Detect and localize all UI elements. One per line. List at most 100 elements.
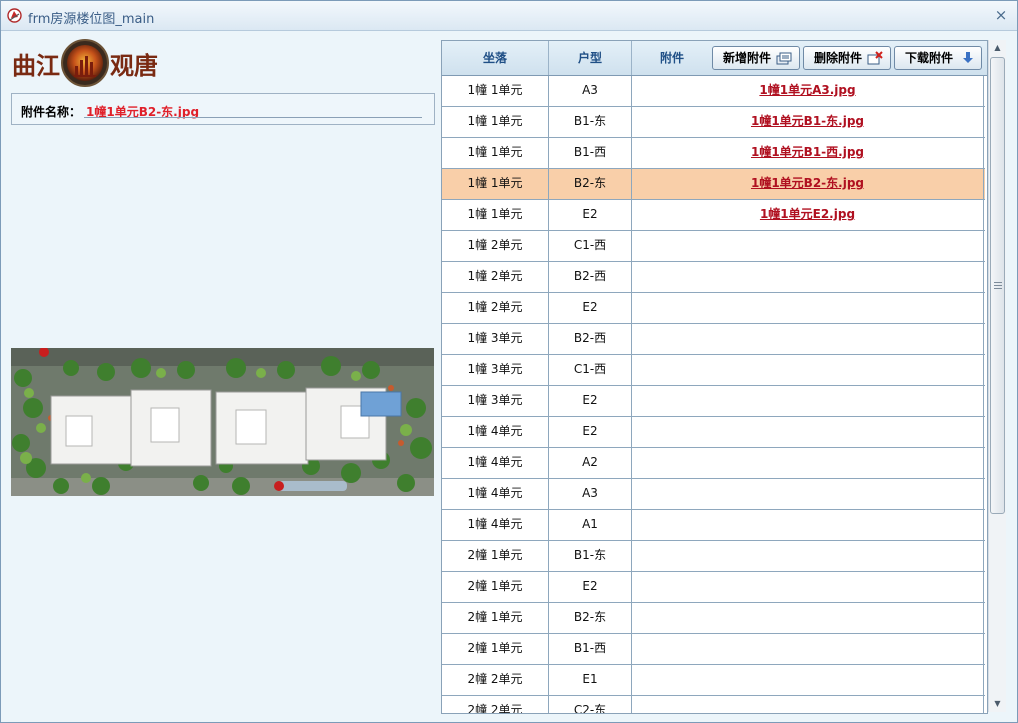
cell-attachment-link	[632, 355, 984, 385]
table-row[interactable]: 2幢 2单元 E1	[442, 665, 985, 696]
cell-attachment-link	[632, 448, 984, 478]
cell-location: 1幢 1单元	[442, 76, 549, 106]
app-logo-icon	[7, 8, 22, 23]
cell-attachment-link[interactable]: 1幢1单元E2.jpg	[632, 200, 984, 230]
cell-attachment-link[interactable]: 1幢1单元B2-东.jpg	[632, 169, 984, 199]
cell-attachment-link	[632, 231, 984, 261]
table-row[interactable]: 1幢 3单元 B2-西	[442, 324, 985, 355]
cell-unit-type: A3	[549, 76, 632, 106]
cell-attachment-link[interactable]: 1幢1单元B1-西.jpg	[632, 138, 984, 168]
cell-unit-type: E2	[549, 572, 632, 602]
grid-rows: 1幢 1单元 A3 1幢1单元A3.jpg 1幢 1单元 B1-东 1幢1单元B1-东.j…	[442, 76, 985, 713]
scroll-grip-icon	[994, 282, 1002, 289]
scroll-thumb[interactable]	[990, 57, 1005, 514]
table-row[interactable]: 1幢 3单元 E2	[442, 386, 985, 417]
table-row[interactable]: 2幢 2单元 C2-东	[442, 696, 985, 713]
cell-location: 1幢 1单元	[442, 200, 549, 230]
cell-location: 2幢 1单元	[442, 634, 549, 664]
company-logo: 曲江 观唐	[12, 37, 162, 89]
cell-unit-type: C2-东	[549, 696, 632, 713]
cell-location: 1幢 1单元	[442, 169, 549, 199]
cell-unit-type: B2-东	[549, 603, 632, 633]
cell-attachment-link	[632, 572, 984, 602]
cell-location: 2幢 1单元	[442, 603, 549, 633]
table-row[interactable]: 2幢 1单元 B1-西	[442, 634, 985, 665]
delete-attachment-button[interactable]: 删除附件	[803, 46, 891, 70]
cell-unit-type: E2	[549, 200, 632, 230]
table-row[interactable]: 1幢 4单元 A2	[442, 448, 985, 479]
cell-location: 1幢 2单元	[442, 231, 549, 261]
table-row[interactable]: 1幢 4单元 A3	[442, 479, 985, 510]
cell-unit-type: B1-东	[549, 541, 632, 571]
column-header-unit-type[interactable]: 户型	[549, 41, 632, 75]
cell-attachment-link	[632, 293, 984, 323]
logo-text-right: 观唐	[110, 51, 158, 80]
logo-text-left: 曲江	[12, 51, 60, 80]
cell-location: 1幢 2单元	[442, 293, 549, 323]
scroll-down-arrow-icon[interactable]: ▼	[989, 696, 1006, 712]
cell-location: 1幢 1单元	[442, 138, 549, 168]
site-plan-image[interactable]	[11, 348, 434, 496]
attachment-name-underline	[84, 117, 422, 118]
cell-attachment-link	[632, 510, 984, 540]
table-row[interactable]: 1幢 3单元 C1-西	[442, 355, 985, 386]
table-row[interactable]: 1幢 4单元 A1	[442, 510, 985, 541]
delete-x-icon	[867, 51, 883, 65]
cell-attachment-link	[632, 665, 984, 695]
table-row[interactable]: 1幢 2单元 C1-西	[442, 231, 985, 262]
download-attachment-label: 下载附件	[905, 51, 954, 65]
cell-unit-type: E1	[549, 665, 632, 695]
main-window: frm房源楼位图_main × 曲江 观唐 附件名称： 1幢1单元B2-东.jp…	[0, 0, 1018, 723]
table-row[interactable]: 1幢 1单元 B1-东 1幢1单元B1-东.jpg	[442, 107, 985, 138]
logo-emblem-icon	[61, 39, 109, 87]
table-row[interactable]: 1幢 2单元 B2-西	[442, 262, 985, 293]
cell-unit-type: B1-东	[549, 107, 632, 137]
grid-vertical-scrollbar[interactable]: ▲ ▼	[988, 40, 1006, 712]
cell-unit-type: E2	[549, 417, 632, 447]
cell-unit-type: A3	[549, 479, 632, 509]
cell-attachment-link	[632, 696, 984, 713]
cell-location: 1幢 3单元	[442, 355, 549, 385]
delete-attachment-label: 删除附件	[814, 51, 863, 65]
column-header-location[interactable]: 坐落	[442, 41, 549, 75]
table-row[interactable]: 2幢 1单元 B1-东	[442, 541, 985, 572]
cell-attachment-link	[632, 541, 984, 571]
cell-location: 1幢 4单元	[442, 510, 549, 540]
close-button[interactable]: ×	[993, 6, 1009, 24]
cell-location: 2幢 2单元	[442, 696, 549, 713]
cell-attachment-link	[632, 479, 984, 509]
table-row[interactable]: 1幢 1单元 B1-西 1幢1单元B1-西.jpg	[442, 138, 985, 169]
column-header-attachment[interactable]: 附件	[632, 41, 712, 75]
table-row[interactable]: 1幢 1单元 B2-东 1幢1单元B2-东.jpg	[442, 169, 985, 200]
cell-attachment-link[interactable]: 1幢1单元B1-东.jpg	[632, 107, 984, 137]
cell-location: 1幢 4单元	[442, 417, 549, 447]
cell-unit-type: B2-西	[549, 262, 632, 292]
cell-unit-type: A1	[549, 510, 632, 540]
cell-unit-type: A2	[549, 448, 632, 478]
cell-attachment-link	[632, 386, 984, 416]
cell-location: 2幢 1单元	[442, 541, 549, 571]
table-row[interactable]: 2幢 1单元 B2-东	[442, 603, 985, 634]
download-arrow-icon	[963, 52, 973, 63]
cell-unit-type: B2-东	[549, 169, 632, 199]
cell-attachment-link[interactable]: 1幢1单元A3.jpg	[632, 76, 984, 106]
table-row[interactable]: 1幢 1单元 E2 1幢1单元E2.jpg	[442, 200, 985, 231]
attachment-name-label: 附件名称：	[21, 105, 82, 119]
scroll-up-arrow-icon[interactable]: ▲	[989, 40, 1006, 56]
table-row[interactable]: 1幢 2单元 E2	[442, 293, 985, 324]
cell-attachment-link	[632, 603, 984, 633]
cell-location: 1幢 3单元	[442, 386, 549, 416]
table-row[interactable]: 1幢 1单元 A3 1幢1单元A3.jpg	[442, 76, 985, 107]
cell-location: 1幢 2单元	[442, 262, 549, 292]
add-document-icon	[776, 52, 792, 65]
add-attachment-label: 新增附件	[723, 51, 772, 65]
table-row[interactable]: 1幢 4单元 E2	[442, 417, 985, 448]
grid-header: 坐落 户型 附件 新增附件 删除附件 下载附件	[442, 41, 987, 76]
download-attachment-button[interactable]: 下载附件	[894, 46, 982, 70]
cell-unit-type: B1-西	[549, 138, 632, 168]
table-row[interactable]: 2幢 1单元 E2	[442, 572, 985, 603]
cell-location: 2幢 2单元	[442, 665, 549, 695]
title-bar: frm房源楼位图_main ×	[1, 1, 1017, 31]
cell-unit-type: E2	[549, 386, 632, 416]
add-attachment-button[interactable]: 新增附件	[712, 46, 800, 70]
